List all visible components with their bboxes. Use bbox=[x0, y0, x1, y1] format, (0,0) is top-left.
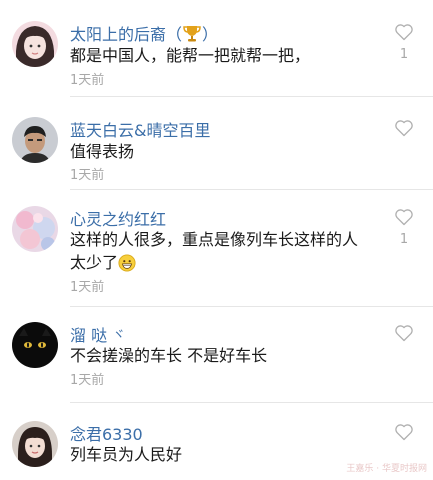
avatar-image bbox=[12, 322, 58, 368]
comment-text: 不会搓澡的车长 不是好车长 bbox=[70, 346, 268, 365]
like-heart-icon[interactable] bbox=[394, 118, 414, 138]
comment-time: 1天前 bbox=[70, 280, 105, 295]
comment-text: 这样的人很多，重点是像列车长这样的人太少了 bbox=[70, 228, 370, 278]
like-heart-icon[interactable] bbox=[394, 207, 414, 227]
comment-username[interactable]: 心灵之约红红 bbox=[70, 206, 166, 230]
username-text-tail: ヾ bbox=[112, 328, 126, 343]
user-avatar[interactable] bbox=[12, 322, 58, 368]
user-avatar[interactable] bbox=[12, 21, 58, 67]
grinning-emoji-icon bbox=[118, 254, 136, 278]
like-count: 1 bbox=[399, 47, 409, 62]
avatar-image bbox=[12, 21, 58, 67]
username-text-tail: ） bbox=[202, 25, 219, 44]
comment-item: 太阳上的后裔（ ） 都是中国人，能帮一把就帮一把， 1天前 1 bbox=[0, 0, 433, 96]
comment-username[interactable]: 念君6330 bbox=[70, 421, 143, 445]
comment-text: 列车员为人民好 bbox=[70, 445, 183, 464]
like-heart-icon[interactable] bbox=[394, 22, 414, 42]
watermark: 王嘉乐 · 华夏时报网 bbox=[346, 464, 427, 474]
comment-username[interactable]: 蓝天白云&晴空百里 bbox=[70, 117, 210, 141]
like-heart-icon[interactable] bbox=[394, 323, 414, 343]
comment-username[interactable]: 溜 哒 ヾ bbox=[70, 322, 125, 346]
comment-time: 1天前 bbox=[70, 373, 105, 388]
avatar-image bbox=[12, 206, 58, 252]
comment-text: 都是中国人，能帮一把就帮一把， bbox=[70, 46, 311, 65]
comment-text-body: 这样的人很多，重点是像列车长这样的人太少了 bbox=[70, 230, 359, 272]
like-heart-icon[interactable] bbox=[394, 422, 414, 442]
comment-item: 溜 哒 ヾ 不会搓澡的车长 不是好车长 1天前 bbox=[0, 307, 433, 403]
username-text: 太阳上的后裔（ bbox=[70, 25, 183, 44]
comment-time: 1天前 bbox=[70, 168, 105, 183]
user-avatar[interactable] bbox=[12, 117, 58, 163]
comment-item: 心灵之约红红 这样的人很多，重点是像列车长这样的人太少了 1天前 1 bbox=[0, 190, 433, 306]
comment-time: 1天前 bbox=[70, 73, 105, 88]
user-avatar[interactable] bbox=[12, 421, 58, 467]
avatar-image bbox=[12, 421, 58, 467]
avatar-image bbox=[12, 117, 58, 163]
comment-text: 值得表扬 bbox=[70, 142, 135, 161]
username-text: 溜 哒 bbox=[70, 326, 108, 345]
like-count: 1 bbox=[399, 232, 409, 247]
comment-item: 蓝天白云&晴空百里 值得表扬 1天前 bbox=[0, 97, 433, 189]
user-avatar[interactable] bbox=[12, 206, 58, 252]
